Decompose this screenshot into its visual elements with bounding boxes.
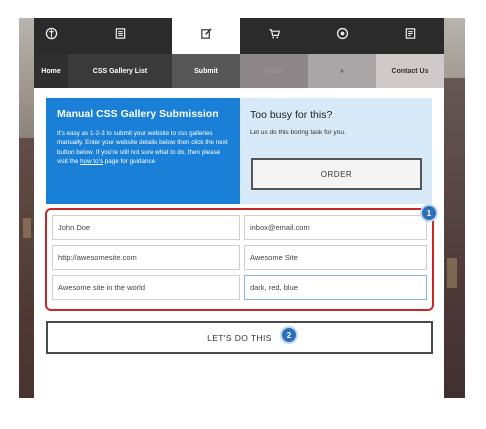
edit-icon [200,27,213,45]
contact-card-icon [404,27,417,45]
background-light-left [23,218,31,238]
name-field[interactable]: John Doe [52,215,240,240]
intro-text-end: page for guidance [103,157,156,165]
submit-button[interactable]: LET'S DO THIS [46,321,433,354]
order-button[interactable]: ORDER [251,158,422,190]
intro-text: It's easy as 1-2-3 to submit your websit… [57,129,229,166]
page-container: Home CSS Gallery List Submit Order » Con… [34,18,444,398]
how-to-link[interactable]: how to's [80,158,103,165]
main-nav: Home CSS Gallery List Submit Order » Con… [34,54,444,88]
form-row: John Doe inbox@email.com [52,215,427,240]
description-field[interactable]: Awesome site in the world [52,275,240,300]
order-panel-text: Let us do this boring task for you. [250,129,346,136]
site-name-field[interactable]: Awesome Site [243,245,427,270]
step-badge-2: 2 [280,326,298,344]
toolbar-item-contact[interactable] [376,18,444,54]
nav-css-gallery-list[interactable]: CSS Gallery List [68,54,172,88]
toolbar-item-edit[interactable] [172,18,240,54]
nav-submit[interactable]: Submit [172,54,240,88]
icon-toolbar [34,18,444,54]
intro-title: Manual CSS Gallery Submission [57,108,219,120]
toolbar-item-list[interactable] [68,18,172,54]
page-bottom [34,366,444,398]
target-icon [336,27,349,45]
nav-order[interactable]: Order [240,54,308,88]
url-field[interactable]: http://awesomesite.com [52,245,240,270]
cart-icon [268,27,281,45]
background-building-right [441,78,465,398]
toolbar-item-compass[interactable] [34,18,68,54]
submission-form: John Doe inbox@email.com http://awesomes… [45,208,434,311]
nav-rss[interactable]: » [308,54,376,88]
form-row: http://awesomesite.com Awesome Site [52,245,427,270]
order-panel: Too busy for this? Let us do this boring… [240,98,432,204]
toolbar-item-cart[interactable] [240,18,308,54]
email-field[interactable]: inbox@email.com [243,215,427,240]
nav-contact-us[interactable]: Contact Us [376,54,444,88]
intro-panel: Manual CSS Gallery Submission It's easy … [46,98,240,204]
colors-field[interactable]: dark, red, blue [243,275,427,300]
compass-icon [45,27,58,45]
order-panel-title: Too busy for this? [250,109,333,121]
list-icon [114,27,127,45]
nav-home[interactable]: Home [34,54,68,88]
step-badge-1: 1 [420,204,438,222]
toolbar-item-target[interactable] [308,18,376,54]
form-row: Awesome site in the world dark, red, blu… [52,275,427,300]
background-light-right [447,258,457,288]
